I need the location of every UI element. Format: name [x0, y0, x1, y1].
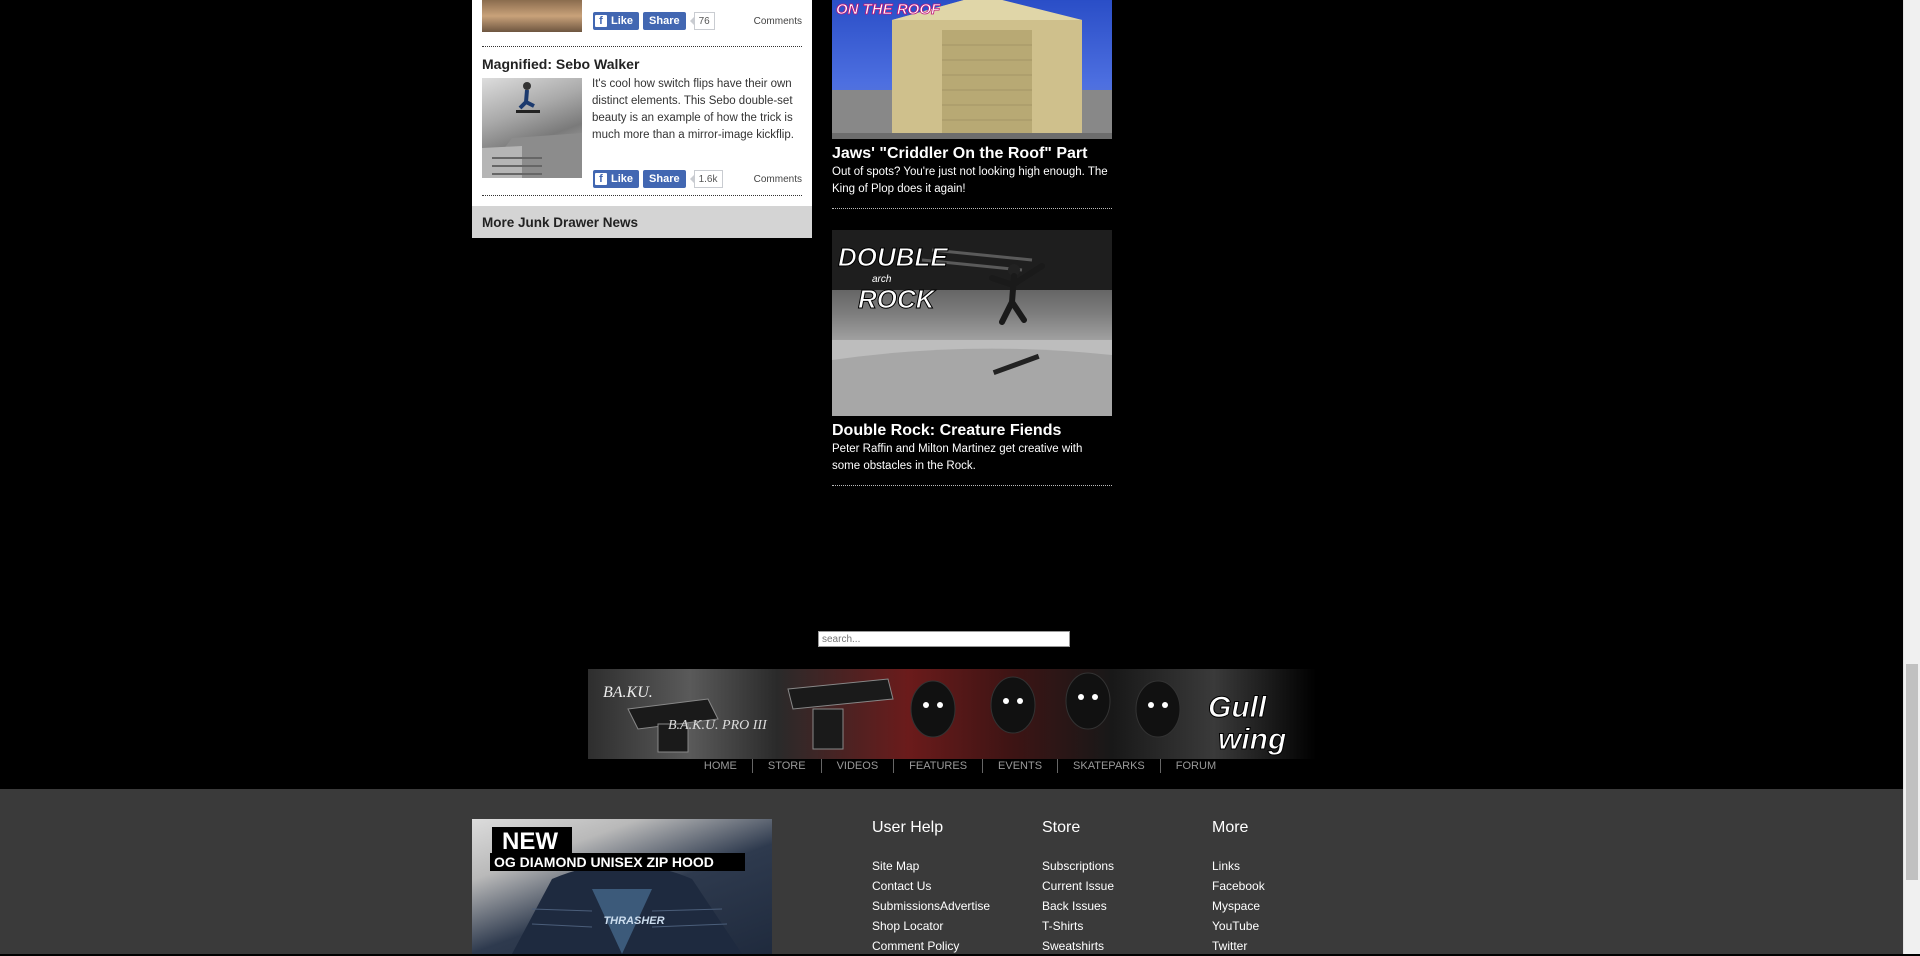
vertical-scrollbar[interactable]	[1903, 0, 1920, 954]
facebook-share-button[interactable]: Share	[643, 170, 686, 188]
scrollbar-thumb[interactable]	[1906, 664, 1918, 880]
divider	[832, 208, 1112, 209]
feature-excerpt: Out of spots? You're just not looking hi…	[832, 166, 1108, 195]
junk-drawer-panel: f Like Share 76 Comments Magnified: Sebo …	[472, 0, 812, 238]
hood-ad-graphic: NEW OG DIAMOND UNISEX ZIP HOOD THRASHER	[490, 827, 745, 954]
image-caption: ON THE ROOF	[836, 1, 941, 18]
roof-photo: ON THE ROOF	[832, 0, 1112, 139]
footer-link[interactable]: Shop Locator	[872, 916, 990, 936]
facebook-icon: f	[595, 15, 607, 27]
footer-heading: More	[1212, 819, 1249, 836]
footer-heading: User Help	[872, 819, 944, 836]
feature-title[interactable]: Double Rock: Creature Fiends	[832, 422, 1112, 440]
facebook-share-button[interactable]: Share	[643, 12, 686, 30]
comments-link[interactable]: Comments	[754, 16, 802, 27]
nav-forum[interactable]: FORUM	[1159, 759, 1231, 773]
comments-link[interactable]: Comments	[754, 174, 802, 185]
facebook-like-button[interactable]: f Like	[593, 12, 640, 30]
facebook-icon: f	[595, 173, 607, 185]
nav-store[interactable]: STORE	[751, 759, 821, 773]
footer-more: More Links Facebook Myspace YouTube Twit…	[1212, 819, 1265, 956]
footer-store: Store Subscriptions Current Issue Back I…	[1042, 819, 1114, 956]
feature-title[interactable]: Jaws' "Criddler On the Roof" Part	[832, 145, 1112, 163]
banner-logo: Gull	[1208, 691, 1267, 724]
footer-link[interactable]: Links	[1212, 856, 1265, 876]
footer-link[interactable]: Sweatshirts	[1042, 936, 1114, 956]
footer-link[interactable]: Subscriptions	[1042, 856, 1114, 876]
footer-user-help: User Help Site Map Contact Us Submission…	[872, 819, 990, 956]
footer-heading: Store	[1042, 819, 1081, 836]
nav-skateparks[interactable]: SKATEPARKS	[1057, 759, 1160, 773]
ad-headline: OG DIAMOND UNISEX ZIP HOOD	[494, 854, 714, 870]
footer-link[interactable]: Site Map	[872, 856, 990, 876]
skater-photo	[482, 82, 582, 178]
facebook-like-button[interactable]: f Like	[593, 170, 640, 188]
footer-link[interactable]: Myspace	[1212, 896, 1265, 916]
banner-ad[interactable]: BA.KU. B.A.K.U. PRO III Gull wing	[588, 669, 1316, 759]
footer-nav: HOME STORE VIDEOS FEATURES EVENTS SKATEP…	[0, 758, 1920, 774]
footer-link[interactable]: Contact Us	[872, 876, 990, 896]
site-footer: NEW OG DIAMOND UNISEX ZIP HOOD THRASHER …	[0, 789, 1920, 954]
ad-logo: THRASHER	[603, 915, 664, 927]
footer-link[interactable]: SubmissionsAdvertise	[872, 896, 990, 916]
article-thumbnail[interactable]	[482, 78, 582, 178]
share-count: 1.6k	[689, 170, 723, 188]
banner-product: B.A.K.U. PRO III	[668, 718, 768, 733]
feature-excerpt: Peter Raffin and Milton Martinez get cre…	[832, 443, 1083, 472]
social-bar: f Like Share 76	[593, 12, 715, 30]
feature-image[interactable]: ON THE ROOF	[832, 0, 1112, 139]
nav-features[interactable]: FEATURES	[893, 759, 982, 773]
nav-home[interactable]: HOME	[689, 759, 752, 773]
footer-link[interactable]: Twitter	[1212, 936, 1265, 956]
banner-logo: wing	[1218, 723, 1286, 756]
divider	[832, 485, 1112, 486]
image-caption: DOUBLE	[838, 242, 948, 272]
divider	[482, 195, 802, 196]
article-title[interactable]: Magnified: Sebo Walker	[482, 56, 639, 72]
nav-events[interactable]: EVENTS	[982, 759, 1057, 773]
share-count: 76	[689, 12, 715, 30]
feature-image[interactable]: DOUBLE arch ROCK	[832, 230, 1112, 416]
double-rock-photo: DOUBLE arch ROCK	[832, 230, 1112, 416]
footer-link[interactable]: Current Issue	[1042, 876, 1114, 896]
article-thumbnail[interactable]	[482, 0, 582, 32]
footer-link[interactable]: Back Issues	[1042, 896, 1114, 916]
nav-videos[interactable]: VIDEOS	[820, 759, 894, 773]
image-caption: ROCK	[858, 284, 937, 314]
more-junk-drawer-link[interactable]: More Junk Drawer News	[472, 206, 812, 238]
article-excerpt: It's cool how switch flips have their ow…	[592, 78, 794, 141]
footer-link[interactable]: Comment Policy	[872, 936, 990, 956]
divider	[482, 46, 802, 47]
search-input[interactable]	[818, 631, 1070, 647]
footer-link[interactable]: T-Shirts	[1042, 916, 1114, 936]
hood-ad[interactable]: NEW OG DIAMOND UNISEX ZIP HOOD THRASHER	[472, 819, 772, 954]
banner-brand: BA.KU.	[603, 684, 653, 701]
social-bar: f Like Share 1.6k	[593, 170, 723, 188]
footer-link[interactable]: Facebook	[1212, 876, 1265, 896]
footer-link[interactable]: YouTube	[1212, 916, 1265, 936]
ad-headline: NEW	[502, 828, 558, 855]
banner-graphic: BA.KU. B.A.K.U. PRO III Gull wing	[603, 672, 1287, 757]
